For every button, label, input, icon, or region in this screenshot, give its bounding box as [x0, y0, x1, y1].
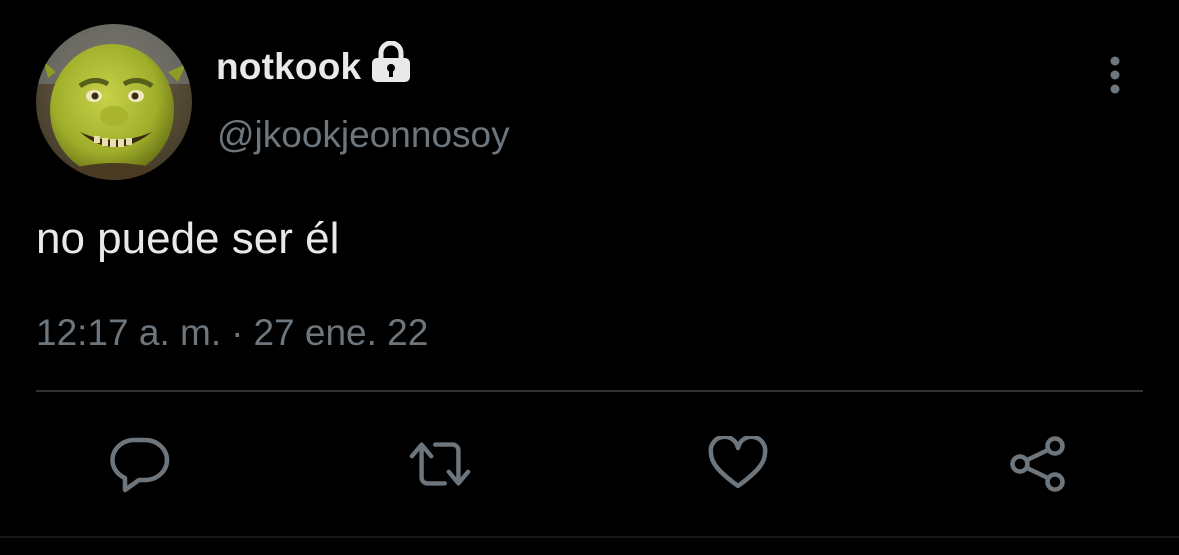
retweet-button[interactable]	[408, 432, 472, 496]
tweet-text: no puede ser él	[36, 214, 340, 263]
share-button[interactable]	[1006, 432, 1070, 496]
more-vertical-icon[interactable]	[1100, 55, 1130, 97]
tweet-date[interactable]: 27 ene. 22	[253, 312, 428, 353]
bottom-divider	[0, 536, 1179, 538]
divider	[36, 390, 1143, 392]
tweet-detail: notkook @jkookjeonnosoy no puede ser él …	[0, 0, 1179, 555]
display-name[interactable]: notkook	[216, 46, 361, 88]
tweet-time[interactable]: 12:17 a. m.	[36, 312, 221, 353]
heart-icon	[708, 436, 768, 489]
retweet-icon	[409, 442, 471, 486]
like-button[interactable]	[706, 432, 770, 496]
lock-icon	[369, 40, 413, 88]
avatar-image	[36, 24, 192, 180]
share-icon	[1010, 436, 1065, 492]
avatar[interactable]	[36, 24, 192, 180]
timestamp-separator: ·	[231, 312, 244, 353]
user-handle[interactable]: @jkookjeonnosoy	[217, 114, 510, 156]
timestamp-row: 12:17 a. m. · 27 ene. 22	[36, 312, 428, 354]
reply-bubble-icon	[110, 437, 170, 493]
display-name-row: notkook	[216, 40, 413, 90]
reply-button[interactable]	[108, 432, 172, 496]
